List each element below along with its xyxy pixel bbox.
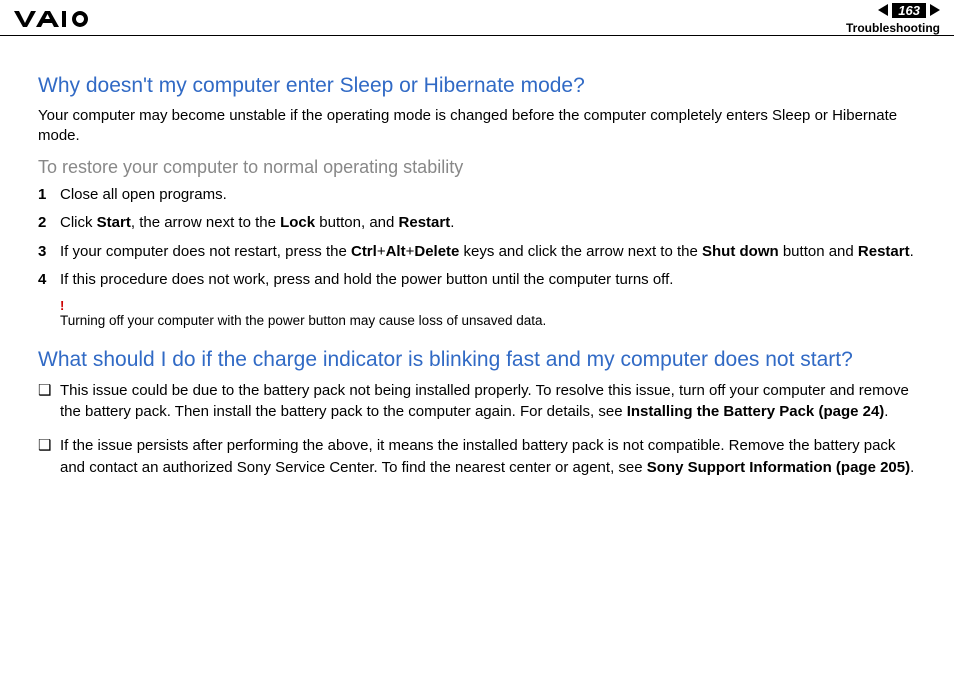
bullet-item: ❑ If the issue persists after performing… bbox=[38, 435, 916, 479]
next-page-arrow[interactable] bbox=[930, 4, 940, 16]
step-body: Click Start, the arrow next to the Lock … bbox=[60, 212, 916, 235]
bullet-list: ❑ This issue could be due to the battery… bbox=[38, 380, 916, 479]
question-2-heading: What should I do if the charge indicator… bbox=[38, 348, 916, 372]
subheading-restore: To restore your computer to normal opera… bbox=[38, 157, 916, 178]
bullet-body: This issue could be due to the battery p… bbox=[60, 380, 916, 424]
warning-text: Turning off your computer with the power… bbox=[60, 313, 916, 328]
bullet-body: If the issue persists after performing t… bbox=[60, 435, 916, 479]
prev-page-arrow[interactable] bbox=[878, 4, 888, 16]
question-1-lead: Your computer may become unstable if the… bbox=[38, 106, 916, 147]
warning-note: ! Turning off your computer with the pow… bbox=[60, 298, 916, 328]
bullet-icon: ❑ bbox=[38, 380, 60, 424]
step-number: 1 bbox=[38, 184, 60, 207]
page-number: 163 bbox=[892, 3, 926, 18]
step-body: Close all open programs. bbox=[60, 184, 916, 207]
step-number: 2 bbox=[38, 212, 60, 235]
step-row: 1 Close all open programs. bbox=[38, 184, 916, 207]
steps-list: 1 Close all open programs. 2 Click Start… bbox=[38, 184, 916, 292]
section-label: Troubleshooting bbox=[846, 22, 940, 34]
bullet-item: ❑ This issue could be due to the battery… bbox=[38, 380, 916, 424]
step-number: 4 bbox=[38, 269, 60, 292]
warning-icon: ! bbox=[60, 298, 916, 313]
step-row: 2 Click Start, the arrow next to the Loc… bbox=[38, 212, 916, 235]
link-battery-pack[interactable]: Installing the Battery Pack (page 24) bbox=[627, 403, 885, 420]
step-body: If your computer does not restart, press… bbox=[60, 241, 916, 264]
page-header: 163 Troubleshooting bbox=[0, 0, 954, 36]
step-row: 4 If this procedure does not work, press… bbox=[38, 269, 916, 292]
nav-block: 163 Troubleshooting bbox=[846, 3, 940, 35]
link-support-info[interactable]: Sony Support Information (page 205) bbox=[647, 459, 910, 476]
page-content: Why doesn't my computer enter Sleep or H… bbox=[0, 36, 954, 479]
question-1-heading: Why doesn't my computer enter Sleep or H… bbox=[38, 74, 916, 98]
step-body: If this procedure does not work, press a… bbox=[60, 269, 916, 292]
step-number: 3 bbox=[38, 241, 60, 264]
bullet-icon: ❑ bbox=[38, 435, 60, 479]
step-row: 3 If your computer does not restart, pre… bbox=[38, 241, 916, 264]
vaio-logo bbox=[14, 9, 104, 29]
